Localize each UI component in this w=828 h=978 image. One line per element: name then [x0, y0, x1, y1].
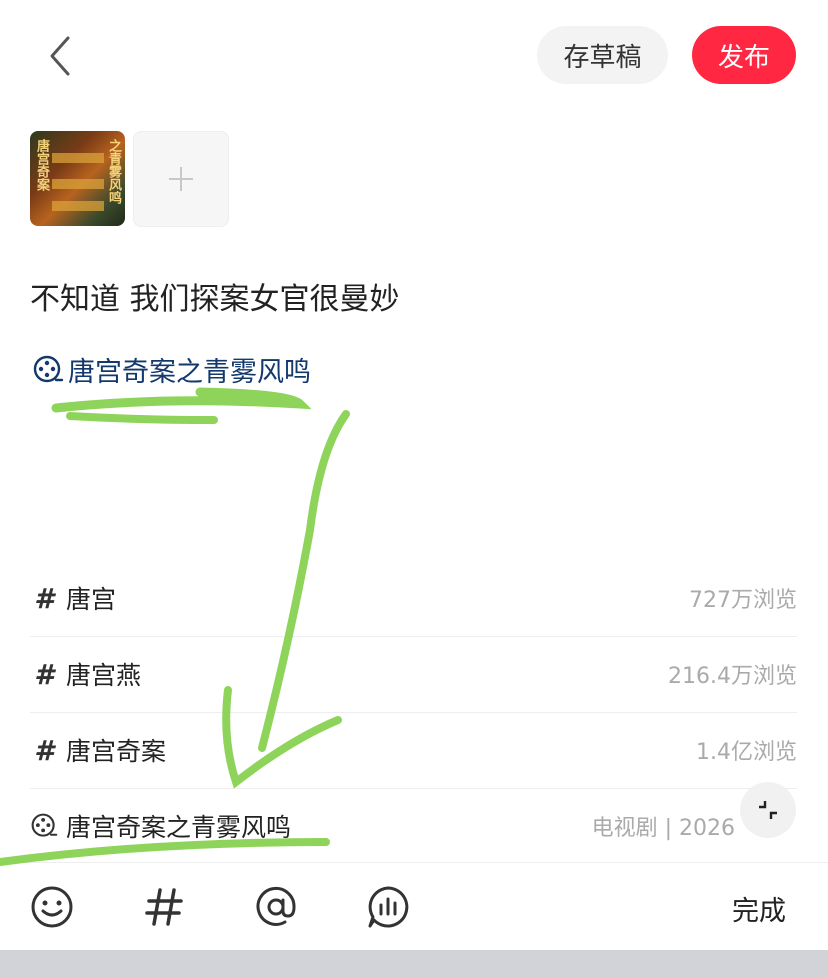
vote-button[interactable]	[364, 883, 412, 931]
suggestion-label: 唐宫奇案	[66, 737, 167, 766]
collapse-icon	[759, 801, 777, 819]
inserted-tag[interactable]: 唐宫奇案之青雾风鸣	[32, 350, 311, 389]
image-thumbnail[interactable]: 唐宫奇案 之青雾风鸣	[30, 131, 125, 226]
chevron-left-icon	[50, 36, 70, 76]
hash-icon: #	[34, 581, 54, 615]
post-title[interactable]: 不知道 我们探案女官很曼妙	[30, 274, 400, 318]
done-button[interactable]: 完成	[732, 889, 786, 928]
emoji-icon	[31, 886, 73, 928]
hash-icon: #	[34, 657, 54, 691]
suggestion-row[interactable]: # 唐宫 727万浏览	[30, 560, 797, 637]
editor-toolbar: 完成	[0, 862, 828, 951]
suggestion-row[interactable]: # 唐宫燕 216.4万浏览	[30, 636, 797, 713]
hashtag-icon	[145, 888, 183, 926]
film-reel-icon	[31, 813, 58, 837]
suggestion-views: 1.4亿浏览	[696, 740, 797, 765]
at-icon	[256, 886, 296, 926]
hashtag-button[interactable]	[140, 883, 188, 931]
plus-icon	[169, 167, 193, 191]
thumb-text-left: 唐宫奇案	[34, 139, 49, 191]
collapse-button[interactable]	[740, 782, 796, 838]
thumb-decoration	[52, 179, 104, 189]
suggestion-type: 电视剧 | 2026	[591, 816, 735, 841]
back-button[interactable]	[40, 34, 84, 78]
suggestion-views: 727万浏览	[689, 588, 797, 613]
suggestion-label: 唐宫奇案之青雾风鸣	[66, 813, 292, 842]
keyboard-area	[0, 950, 828, 978]
film-reel-icon	[33, 355, 64, 382]
vote-icon	[368, 886, 409, 928]
mention-button[interactable]	[252, 883, 300, 931]
thumb-decoration	[52, 153, 104, 163]
publish-button[interactable]: 发布	[692, 26, 796, 84]
suggestion-views: 216.4万浏览	[668, 664, 797, 689]
emoji-button[interactable]	[28, 883, 76, 931]
thumb-decoration	[52, 201, 104, 211]
suggestion-row[interactable]: 唐宫奇案之青雾风鸣 电视剧 | 2026	[30, 788, 797, 864]
suggestion-label: 唐宫燕	[66, 661, 142, 690]
inserted-tag-label: 唐宫奇案之青雾风鸣	[68, 357, 311, 388]
save-draft-button[interactable]: 存草稿	[537, 26, 668, 84]
hash-icon: #	[34, 733, 54, 767]
suggestion-label: 唐宫	[66, 585, 117, 614]
suggestion-row[interactable]: # 唐宫奇案 1.4亿浏览	[30, 712, 797, 789]
thumb-text-right: 之青雾风鸣	[106, 139, 121, 204]
add-image-button[interactable]	[133, 131, 229, 227]
